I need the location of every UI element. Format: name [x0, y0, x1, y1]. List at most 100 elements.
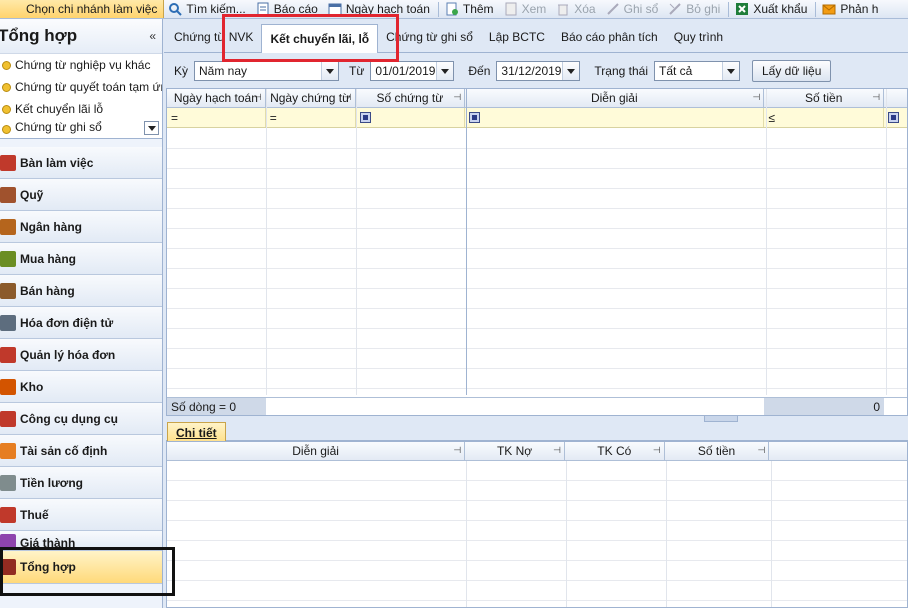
- cost-icon: [0, 534, 16, 550]
- module-label: Hóa đơn điện tử: [20, 315, 114, 330]
- pin-icon[interactable]: ⊣: [753, 92, 761, 103]
- sidebar-subitem[interactable]: Chứng từ ghi sổ: [0, 120, 162, 134]
- footer-spacer: [265, 398, 765, 415]
- tab-detail[interactable]: Chi tiết: [167, 422, 226, 442]
- view-button[interactable]: Xem: [500, 0, 553, 18]
- pin-icon[interactable]: ⊣: [872, 92, 880, 103]
- module-label: Tài sản cố định: [20, 443, 108, 458]
- grid-column-line: [886, 89, 887, 395]
- filter-operator-icon[interactable]: [469, 112, 481, 123]
- feedback-button-label: Phản h: [840, 2, 879, 16]
- detail-tab-bar: Chi tiết: [166, 421, 908, 442]
- feedback-button[interactable]: Phản h: [818, 0, 884, 18]
- filter-cell-amount[interactable]: ≤: [764, 108, 885, 127]
- filter-cell-description[interactable]: [465, 108, 765, 127]
- module-payroll[interactable]: Tiền lương: [0, 467, 162, 499]
- module-label: Kho: [20, 379, 44, 394]
- pin-icon[interactable]: ⊣: [453, 445, 461, 456]
- pin-icon[interactable]: ⊣: [758, 445, 766, 456]
- module-cash[interactable]: Quỹ: [0, 179, 162, 211]
- filter-operator[interactable]: ≤: [768, 111, 775, 125]
- tab-financial-statements[interactable]: Lập BCTC: [481, 24, 553, 50]
- tab-profit-loss-transfer[interactable]: Kết chuyển lãi, lỗ: [261, 24, 379, 53]
- add-button[interactable]: Thêm: [441, 0, 500, 18]
- from-date-value: 01/01/2019: [375, 64, 436, 78]
- filter-cell-voucher-date[interactable]: =: [266, 108, 356, 127]
- row-count: Số dòng = 0: [167, 398, 266, 415]
- module-invoice-management[interactable]: Quản lý hóa đơn: [0, 339, 162, 371]
- column-header-posting-date[interactable]: Ngày hạch toán ⊣: [167, 89, 266, 107]
- chevron-down-icon[interactable]: [562, 62, 580, 80]
- module-fixed-assets[interactable]: Tài sản cố định: [0, 435, 162, 467]
- sidebar-subitem[interactable]: Chứng từ quyết toán tạm ứn...: [0, 76, 162, 98]
- pin-icon[interactable]: ⊣: [553, 445, 561, 456]
- sidebar-subitem[interactable]: Chứng từ nghiệp vụ khác: [0, 54, 162, 76]
- module-tax[interactable]: Thuế: [0, 499, 162, 531]
- from-date-picker[interactable]: 01/01/2019: [370, 61, 455, 81]
- sidebar-subitem[interactable]: Kết chuyển lãi lỗ: [0, 98, 162, 120]
- module-label: Tổng hợp: [20, 560, 76, 574]
- module-warehouse[interactable]: Kho: [0, 371, 162, 403]
- module-tools[interactable]: Công cụ dụng cụ: [0, 403, 162, 435]
- module-label: Bàn làm việc: [20, 155, 94, 170]
- period-value: Năm nay: [199, 64, 248, 78]
- pin-icon[interactable]: ⊣: [254, 92, 262, 103]
- column-header-voucher-date[interactable]: Ngày chứng từ ⊣: [266, 89, 356, 107]
- filter-operator-icon[interactable]: [888, 112, 900, 123]
- delete-button[interactable]: Xóa: [552, 0, 601, 18]
- module-cost[interactable]: Giá thành: [0, 531, 162, 551]
- report-button[interactable]: Báo cáo: [252, 0, 324, 18]
- module-bank[interactable]: Ngân hàng: [0, 211, 162, 243]
- pin-icon[interactable]: ⊣: [453, 92, 461, 103]
- filter-cell-voucher-number[interactable]: [356, 108, 466, 127]
- tab-analysis-reports[interactable]: Báo cáo phân tích: [553, 24, 666, 50]
- unpost-button[interactable]: Bỏ ghi: [664, 0, 726, 18]
- tab-nvk-vouchers[interactable]: Chứng từ NVK: [166, 24, 261, 50]
- export-button[interactable]: Xuất khẩu: [731, 0, 813, 18]
- column-header-description[interactable]: Diễn giải ⊣: [465, 89, 765, 107]
- period-select[interactable]: Năm nay: [194, 61, 340, 81]
- module-einvoice[interactable]: Hóa đơn điện tử: [0, 307, 162, 339]
- delete-button-label: Xóa: [574, 2, 596, 16]
- column-header-label: Số chứng từ: [376, 91, 444, 105]
- to-date-picker[interactable]: 31/12/2019: [496, 61, 581, 81]
- column-header-voucher-number[interactable]: Số chứng từ ⊣: [356, 89, 466, 107]
- detail-column-credit-account[interactable]: TK Có ⊣: [565, 442, 665, 460]
- column-header-label: TK Có: [597, 444, 632, 458]
- column-header-label: TK Nợ: [496, 444, 533, 458]
- grid-column-line: [356, 89, 357, 395]
- branch-selector-button[interactable]: Chọn chi nhánh làm việc: [0, 0, 165, 18]
- view-button-label: Xem: [521, 2, 547, 16]
- status-label: Trạng thái: [594, 64, 648, 78]
- collapse-sidebar-button[interactable]: «: [149, 29, 156, 43]
- view-icon: [505, 2, 517, 16]
- detail-column-description[interactable]: Diễn giải ⊣: [167, 442, 466, 460]
- module-sales[interactable]: Bán hàng: [0, 275, 162, 307]
- post-button[interactable]: Ghi sổ: [602, 0, 665, 18]
- detail-column-debit-account[interactable]: TK Nợ ⊣: [465, 442, 565, 460]
- posting-date-button[interactable]: Ngày hạch toán: [324, 0, 436, 18]
- chevron-down-icon[interactable]: [436, 62, 454, 80]
- filter-cell-extra[interactable]: [884, 108, 907, 127]
- detail-column-amount[interactable]: Số tiền ⊣: [665, 442, 770, 460]
- chevron-down-icon[interactable]: [321, 62, 339, 80]
- pin-icon[interactable]: ⊣: [344, 92, 352, 103]
- tab-workflow[interactable]: Quy trình: [666, 24, 731, 50]
- module-purchase[interactable]: Mua hàng: [0, 243, 162, 275]
- filter-operator-icon[interactable]: [359, 112, 371, 123]
- filter-operator[interactable]: =: [171, 111, 178, 125]
- sublist-dropdown-button[interactable]: [144, 121, 159, 135]
- module-general-ledger[interactable]: Tổng hợp: [0, 551, 162, 584]
- search-button[interactable]: Tìm kiếm...: [164, 0, 251, 18]
- chevron-down-icon[interactable]: [722, 62, 739, 80]
- fetch-data-button[interactable]: Lấy dữ liệu: [752, 60, 832, 82]
- filter-cell-posting-date[interactable]: =: [167, 108, 266, 127]
- module-desk[interactable]: Bàn làm việc: [0, 147, 162, 179]
- column-header-amount[interactable]: Số tiền ⊣: [764, 89, 885, 107]
- tools-icon: [0, 410, 16, 427]
- tab-ledger-vouchers[interactable]: Chứng từ ghi sổ: [378, 24, 481, 50]
- grid-column-line: [466, 89, 467, 395]
- status-select[interactable]: Tất cả: [654, 61, 740, 81]
- pin-icon[interactable]: ⊣: [653, 445, 661, 456]
- filter-operator[interactable]: =: [270, 111, 277, 125]
